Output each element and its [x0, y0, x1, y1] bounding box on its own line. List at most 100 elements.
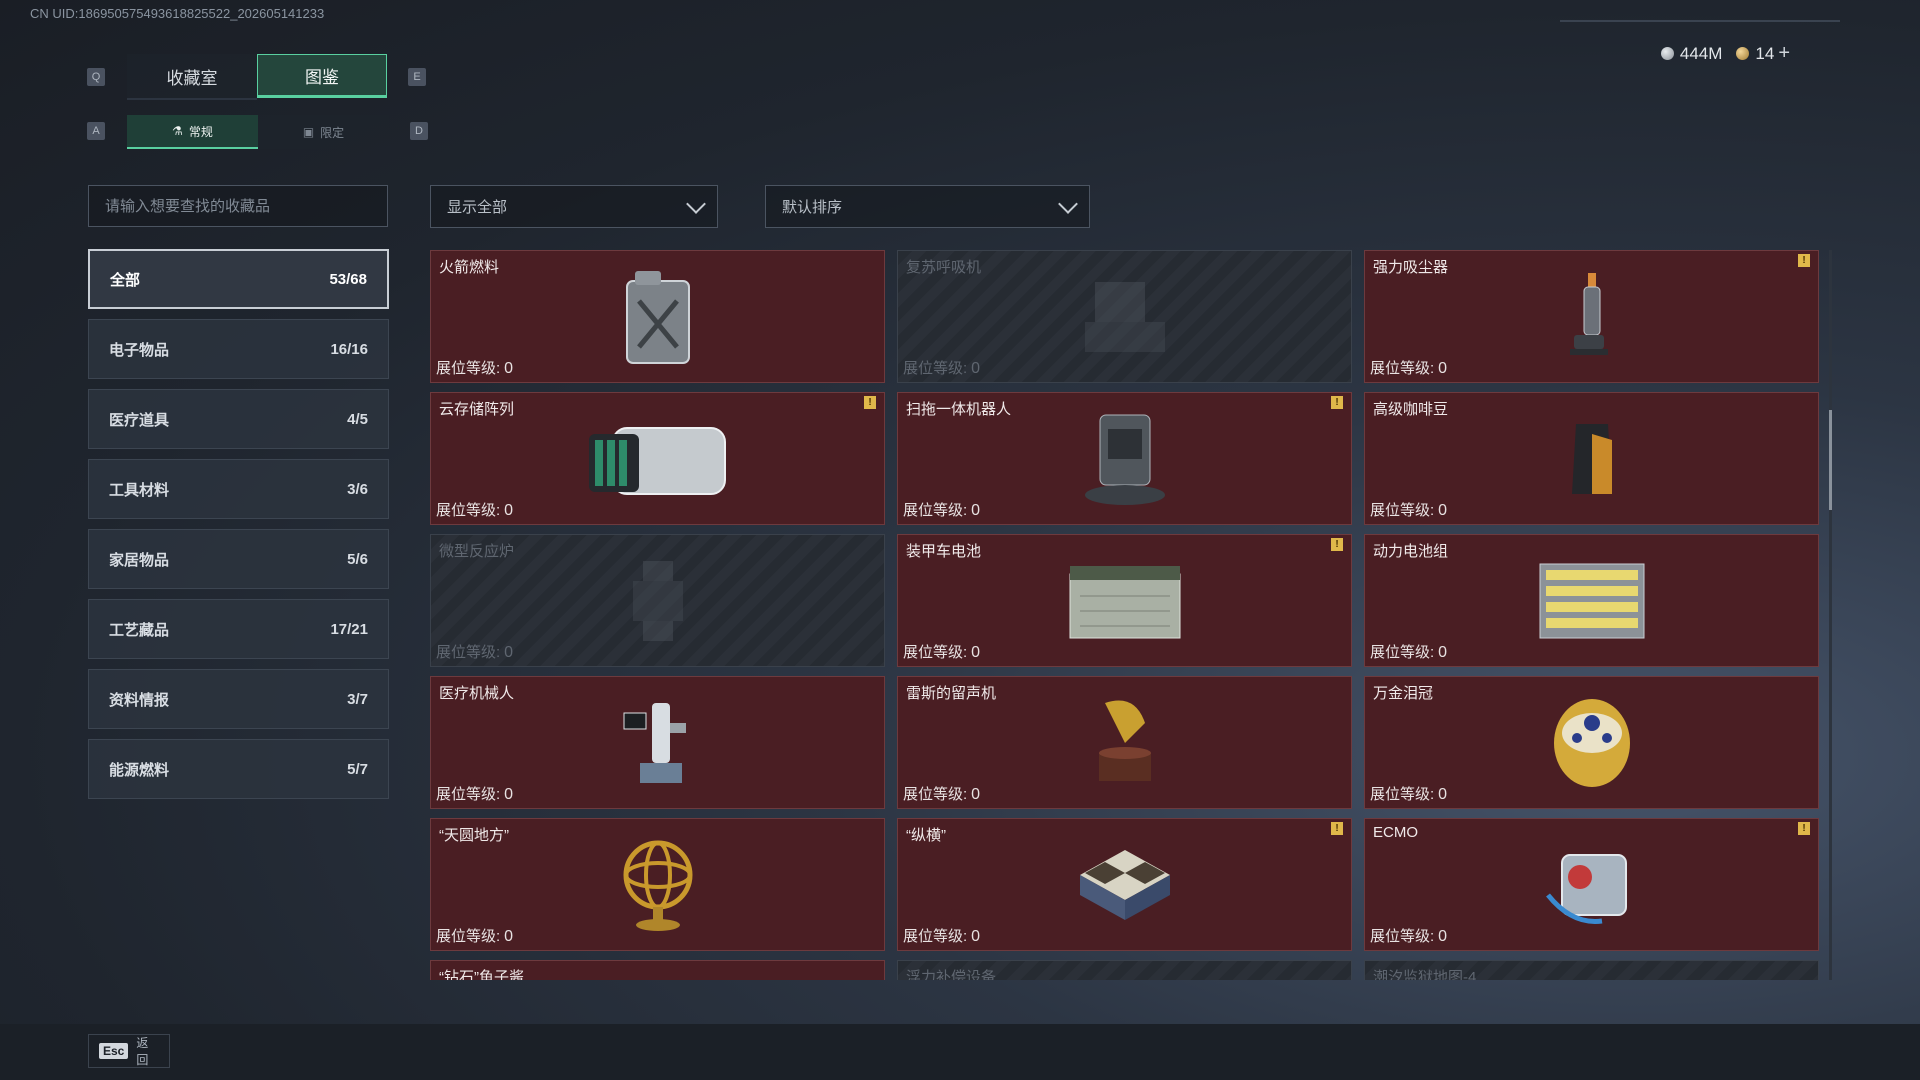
uid-text: CN UID:1869505754936188255​22_2026051412… [30, 6, 325, 21]
key-hint-q: Q [87, 68, 105, 86]
currency-bar: 444M 14 + [1660, 42, 1790, 65]
level-label: 展位等级: [436, 928, 501, 945]
level-value: 0 [971, 360, 981, 377]
grid-scrollbar[interactable] [1829, 250, 1832, 980]
tab-codex[interactable]: 图鉴 [257, 54, 387, 98]
collection-card[interactable]: 高级咖啡豆 展位等级: 0 [1364, 392, 1819, 525]
category-count: 5/7 [347, 760, 368, 778]
card-level: 展位等级: 0 [436, 925, 513, 946]
add-currency-button[interactable]: + [1778, 42, 1790, 64]
category-list: 全部 53/68 电子物品 16/16 医疗道具 4/5 工具材料 3/6 家居物品 5/… [88, 249, 389, 809]
collection-card[interactable]: 装甲车电池 ! 展位等级: 0 [897, 534, 1352, 667]
armillary-sphere-icon [603, 830, 713, 940]
level-value: 0 [504, 644, 514, 661]
card-level: 展位等级: 0 [903, 357, 980, 378]
category-count: 16/16 [330, 340, 368, 358]
category-count: 3/7 [347, 690, 368, 708]
collection-card[interactable]: “天圆地方” 展位等级: 0 [430, 818, 885, 951]
level-label: 展位等级: [1370, 786, 1435, 803]
level-value: 0 [971, 502, 981, 519]
collection-card[interactable]: 强力吸尘器 ! 展位等级: 0 [1364, 250, 1819, 383]
level-label: 展位等级: [1370, 928, 1435, 945]
collection-card[interactable]: 浮力补偿设备 [897, 960, 1352, 980]
search-input[interactable] [88, 185, 388, 227]
collection-card[interactable]: 云存储阵列 ! 展位等级: 0 [430, 392, 885, 525]
subtab-limited-label: 限定 [320, 125, 345, 140]
tab-collection-room[interactable]: 收藏室 [127, 54, 257, 100]
gramophone-icon [1070, 688, 1180, 798]
level-value: 0 [1438, 360, 1448, 377]
category-item-tools[interactable]: 工具材料 3/6 [88, 459, 389, 519]
key-hint-e: E [408, 68, 426, 86]
top-divider [1560, 20, 1840, 22]
collection-card[interactable]: 火箭燃料 展位等级: 0 [430, 250, 885, 383]
category-count: 4/5 [347, 410, 368, 428]
collection-card[interactable]: “纵横” ! 展位等级: 0 [897, 818, 1352, 951]
gold-coin-icon [1736, 47, 1750, 60]
level-label: 展位等级: [1370, 502, 1435, 519]
new-badge: ! [1798, 822, 1810, 835]
card-level: 展位等级: 0 [903, 925, 980, 946]
category-label: 全部 [110, 271, 141, 289]
level-value: 0 [504, 786, 514, 803]
collection-card[interactable]: 雷斯的留声机 展位等级: 0 [897, 676, 1352, 809]
card-name: 动力电池组 [1373, 543, 1449, 560]
card-name: 万金泪冠 [1373, 685, 1434, 702]
picture-icon: ▣ [302, 125, 315, 139]
back-button[interactable]: Esc 返回 [88, 1034, 170, 1068]
card-level: 展位等级: 0 [903, 783, 980, 804]
category-label: 电子物品 [109, 341, 170, 359]
key-hint-d: D [410, 122, 428, 140]
level-value: 0 [971, 786, 981, 803]
subtab-limited[interactable]: ▣ 限定 [258, 115, 389, 149]
chevron-down-icon [686, 193, 706, 214]
category-count: 17/21 [330, 620, 368, 638]
sort-dropdown[interactable]: 默认排序 [765, 185, 1090, 228]
level-value: 0 [504, 928, 514, 945]
gold-amount: 14 [1755, 44, 1775, 63]
silver-coin-icon [1660, 46, 1674, 60]
collection-card[interactable]: 微型反应炉 展位等级: 0 [430, 534, 885, 667]
subtab-normal[interactable]: ⚗ 常规 [127, 115, 258, 149]
mop-robot-icon [1070, 404, 1180, 514]
category-item-medical[interactable]: 医疗道具 4/5 [88, 389, 389, 449]
card-name: 高级咖啡豆 [1373, 401, 1449, 418]
collection-card[interactable]: 万金泪冠 展位等级: 0 [1364, 676, 1819, 809]
new-badge: ! [864, 396, 876, 409]
card-name: 云存储阵列 [439, 401, 515, 418]
collection-card[interactable]: 复苏呼吸机 展位等级: 0 [897, 250, 1352, 383]
card-name: 火箭燃料 [439, 259, 500, 276]
footer-bar [0, 1024, 1920, 1080]
level-label: 展位等级: [903, 502, 968, 519]
level-value: 0 [1438, 502, 1448, 519]
card-name: 微型反应炉 [439, 543, 515, 560]
collection-card[interactable]: ECMO ! 展位等级: 0 [1364, 818, 1819, 951]
card-name: “纵横” [906, 827, 946, 844]
category-count: 3/6 [347, 480, 368, 498]
card-name: 医疗机械人 [439, 685, 515, 702]
coffee-bag-icon [1537, 404, 1647, 514]
category-item-energy[interactable]: 能源燃料 5/7 [88, 739, 389, 799]
category-item-intel[interactable]: 资料情报 3/7 [88, 669, 389, 729]
reactor-icon [603, 546, 713, 656]
scrollbar-thumb[interactable] [1829, 410, 1832, 510]
level-value: 0 [504, 502, 514, 519]
card-level: 展位等级: 0 [436, 783, 513, 804]
gold-currency[interactable]: 14 + [1736, 42, 1790, 65]
collection-card[interactable]: 动力电池组 展位等级: 0 [1364, 534, 1819, 667]
collection-card[interactable]: “钻石”鱼子酱 [430, 960, 885, 980]
collection-card[interactable]: 医疗机械人 展位等级: 0 [430, 676, 885, 809]
new-badge: ! [1331, 822, 1343, 835]
collection-card[interactable]: 扫拖一体机器人 ! 展位等级: 0 [897, 392, 1352, 525]
card-level: 展位等级: 0 [436, 357, 513, 378]
collection-card[interactable]: 潮汐监狱地图-4 [1364, 960, 1819, 980]
category-item-all[interactable]: 全部 53/68 [88, 249, 389, 309]
category-item-electronics[interactable]: 电子物品 16/16 [88, 319, 389, 379]
card-level: 展位等级: 0 [1370, 925, 1447, 946]
category-item-household[interactable]: 家居物品 5/6 [88, 529, 389, 589]
silver-amount: 444M [1679, 43, 1723, 63]
category-label: 能源燃料 [109, 761, 170, 779]
filter-dropdown[interactable]: 显示全部 [430, 185, 718, 228]
card-level: 展位等级: 0 [436, 641, 513, 662]
category-item-crafts[interactable]: 工艺藏品 17/21 [88, 599, 389, 659]
